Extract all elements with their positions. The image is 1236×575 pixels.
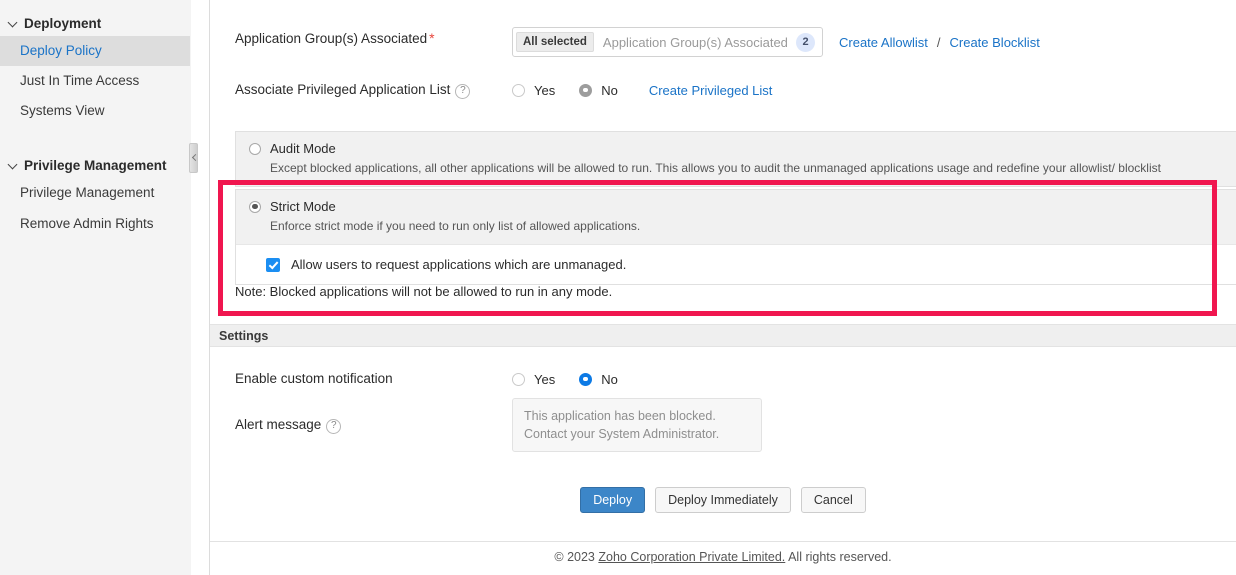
content-gutter [191,0,210,575]
strict-mode-description: Enforce strict mode if you need to run o… [270,218,1236,234]
sidebar-item-deploy-policy[interactable]: Deploy Policy [0,36,191,66]
strict-mode-radio-row: Strict Mode [249,199,1236,214]
audit-mode-radio-row: Audit Mode [249,141,1236,156]
sidebar-item-label: Privilege Management [20,185,154,200]
create-allowlist-link[interactable]: Create Allowlist [839,35,928,50]
label-application-groups: Application Group(s) Associated* [235,27,512,46]
strict-mode-panel[interactable]: Strict Mode Enforce strict mode if you n… [235,189,1236,285]
row-enable-custom-notification: Enable custom notification Yes No [210,368,638,390]
sidebar-group-label: Privilege Management [24,158,167,173]
main-content: Application Group(s) Associated* All sel… [210,0,1236,575]
audit-mode-header: Audit Mode Except blocked applications, … [236,132,1236,186]
deploy-button[interactable]: Deploy [580,487,645,513]
application-groups-multiselect[interactable]: All selected Application Group(s) Associ… [512,27,823,57]
sidebar-group-label: Deployment [24,16,101,31]
radio-notification-no-label[interactable]: No [601,372,618,387]
settings-section-header: Settings [210,324,1236,347]
sidebar-item-label: Systems View [20,103,105,118]
required-asterisk: * [429,30,434,46]
deploy-immediately-button[interactable]: Deploy Immediately [655,487,791,513]
label-text: Application Group(s) Associated [235,31,427,46]
label-associate-privileged-list: Associate Privileged Application List? [235,79,512,99]
sidebar: Deployment Deploy Policy Just In Time Ac… [0,0,191,575]
application-groups-placeholder: Application Group(s) Associated [594,35,796,50]
selected-count-badge: 2 [796,33,815,52]
settings-section-label: Settings [219,329,268,343]
privileged-list-radio-group: Yes No Create Privileged List [512,79,772,101]
label-enable-custom-notification: Enable custom notification [235,368,512,386]
chevron-down-icon [6,15,22,31]
strict-mode-header: Strict Mode Enforce strict mode if you n… [236,190,1236,244]
all-selected-tag[interactable]: All selected [516,32,594,52]
sidebar-item-label: Just In Time Access [20,73,139,88]
row-associate-privileged-list: Associate Privileged Application List? Y… [210,79,1236,101]
copyright-year: © 2023 [554,550,595,564]
sidebar-item-just-in-time-access[interactable]: Just In Time Access [0,66,191,96]
create-privileged-list-link[interactable]: Create Privileged List [649,83,773,98]
radio-notification-yes-label[interactable]: Yes [534,372,555,387]
alert-message-textarea[interactable]: This application has been blocked. Conta… [512,398,762,452]
radio-privileged-no[interactable] [579,84,592,97]
help-icon[interactable]: ? [455,84,470,99]
cancel-button[interactable]: Cancel [801,487,866,513]
sidebar-divider [190,0,191,575]
footer: © 2023 Zoho Corporation Private Limited.… [210,550,1236,564]
footer-divider [210,541,1236,542]
sidebar-group-privilege-management[interactable]: Privilege Management [0,152,191,178]
radio-notification-no[interactable] [579,373,592,386]
action-button-row: Deploy Deploy Immediately Cancel [210,487,1236,513]
radio-notification-yes[interactable] [512,373,525,386]
sidebar-group-deployment[interactable]: Deployment [0,10,191,36]
sidebar-item-label: Remove Admin Rights [20,216,154,231]
row-alert-message: Alert message? This application has been… [210,398,762,452]
radio-privileged-yes[interactable] [512,84,525,97]
label-text: Alert message [235,417,321,432]
radio-privileged-yes-label[interactable]: Yes [534,83,555,98]
label-alert-message: Alert message? [235,398,512,434]
radio-strict-mode[interactable] [249,201,261,213]
audit-mode-panel[interactable]: Audit Mode Except blocked applications, … [235,131,1236,187]
sidebar-item-label: Deploy Policy [20,43,102,58]
checkbox-allow-user-requests-label[interactable]: Allow users to request applications whic… [291,257,626,272]
radio-privileged-no-label[interactable]: No [601,83,618,98]
audit-mode-description: Except blocked applications, all other a… [270,160,1236,176]
audit-mode-title: Audit Mode [270,141,336,156]
blocked-applications-note: Note: Blocked applications will not be a… [235,284,612,299]
row-application-groups: Application Group(s) Associated* All sel… [210,27,1236,57]
label-text: Associate Privileged Application List [235,82,450,97]
create-blocklist-link[interactable]: Create Blocklist [950,35,1040,50]
sidebar-item-privilege-management[interactable]: Privilege Management [0,178,191,208]
link-separator: / [937,35,941,50]
company-link[interactable]: Zoho Corporation Private Limited. [598,550,785,564]
chevron-down-icon [6,157,22,173]
custom-notification-radio-group: Yes No [512,368,638,390]
strict-mode-title: Strict Mode [270,199,336,214]
app-root: Deployment Deploy Policy Just In Time Ac… [0,0,1236,575]
sidebar-item-remove-admin-rights[interactable]: Remove Admin Rights [0,209,191,239]
sidebar-item-systems-view[interactable]: Systems View [0,96,191,126]
help-icon[interactable]: ? [326,419,341,434]
checkbox-allow-user-requests[interactable] [266,258,280,272]
rights-reserved-text: All rights reserved. [788,550,892,564]
radio-audit-mode[interactable] [249,143,261,155]
sidebar-collapse-handle[interactable] [189,143,198,173]
strict-mode-body: Allow users to request applications whic… [236,244,1236,284]
